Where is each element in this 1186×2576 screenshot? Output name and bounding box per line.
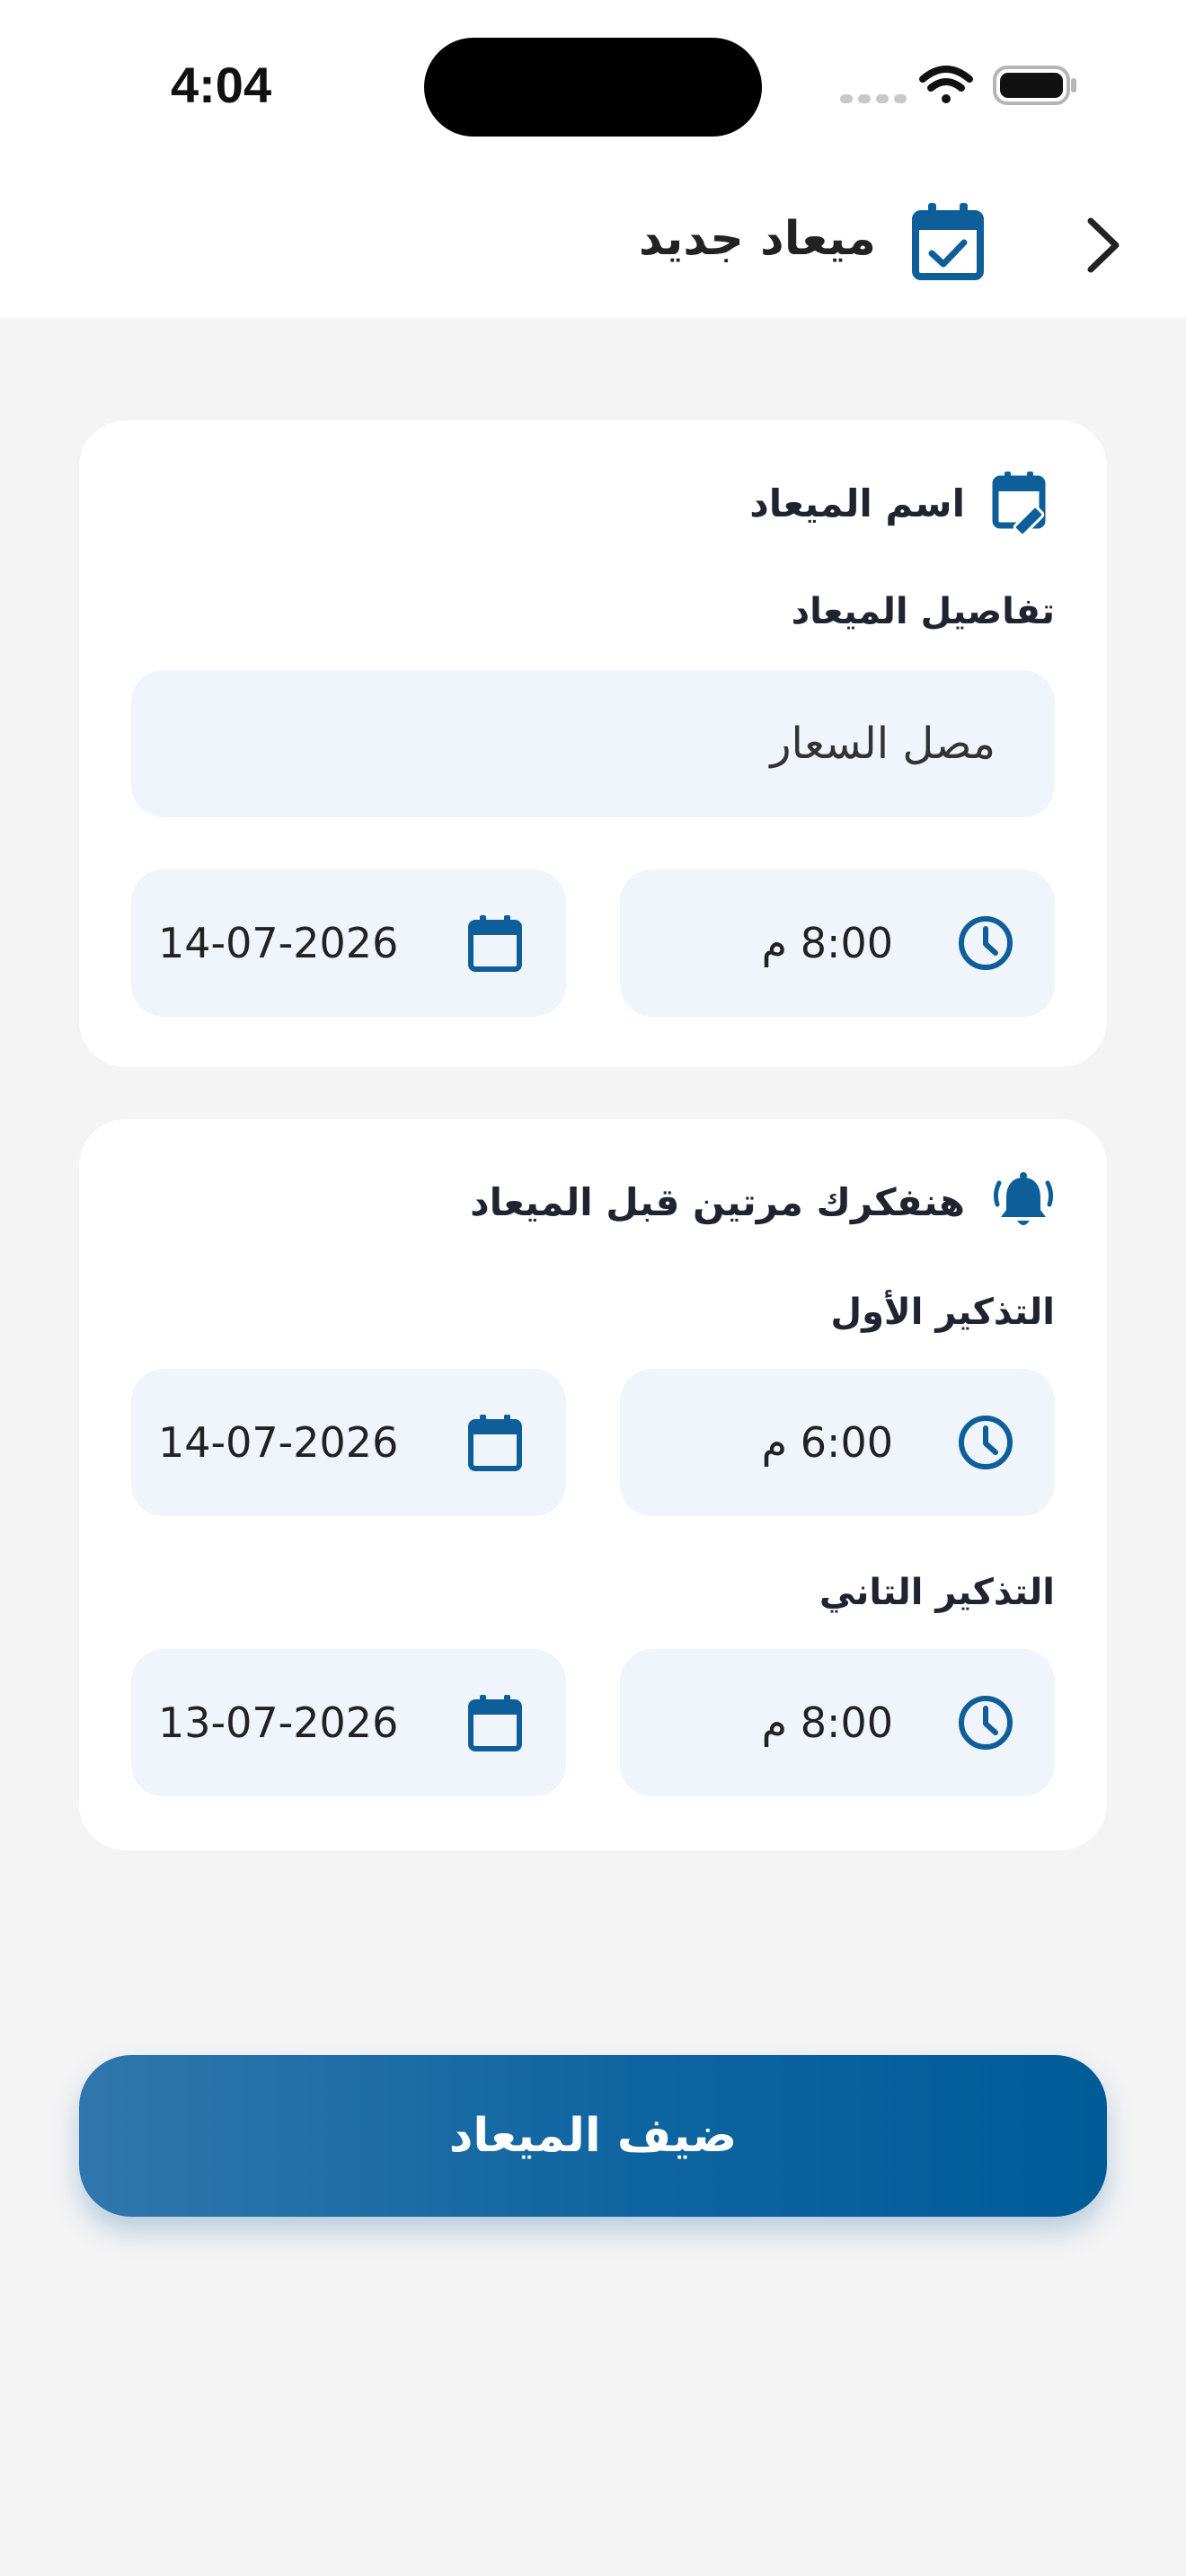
clock-icon xyxy=(959,1696,1013,1750)
battery-icon xyxy=(993,66,1076,105)
appointment-details-field[interactable]: مصل السعار xyxy=(131,670,1055,817)
details-label: تفاصيل الميعاد xyxy=(791,591,1055,632)
appointment-section-header: اسم الميعاد xyxy=(749,467,1055,539)
first-reminder-date-value: 14-07-2026 xyxy=(158,1418,399,1467)
clock-icon xyxy=(959,916,1013,970)
appointment-date-value: 14-07-2026 xyxy=(158,919,399,967)
second-reminder-time-value: 8:00 م xyxy=(761,1698,893,1747)
calendar-icon xyxy=(468,915,522,972)
add-appointment-button[interactable]: ضيف الميعاد xyxy=(79,2055,1107,2217)
add-appointment-label: ضيف الميعاد xyxy=(448,2109,738,2163)
second-reminder-date-value: 13-07-2026 xyxy=(158,1698,399,1747)
chevron-right-icon[interactable] xyxy=(1071,214,1134,277)
signal-icon xyxy=(840,94,907,103)
dynamic-island xyxy=(424,38,762,137)
bell-ringing-icon xyxy=(993,1172,1054,1225)
appointment-card: اسم الميعاد تفاصيل الميعاد مصل السعار 14… xyxy=(79,420,1107,1067)
first-reminder-time-value: 6:00 م xyxy=(761,1418,893,1467)
wifi-icon xyxy=(919,66,973,103)
calendar-icon xyxy=(468,1695,522,1751)
reminders-card: هنفكرك مرتين قبل الميعاد التذكير الأول 1… xyxy=(79,1119,1107,1850)
first-reminder-label: التذكير الأول xyxy=(830,1292,1055,1333)
calendar-edit-icon xyxy=(992,472,1046,534)
second-reminder-date-field[interactable]: 13-07-2026 xyxy=(131,1649,566,1796)
status-bar: 4:04 xyxy=(0,0,1186,171)
appointment-section-title: اسم الميعاد xyxy=(749,481,965,525)
first-reminder-date-field[interactable]: 14-07-2026 xyxy=(131,1369,566,1516)
header: ميعاد جديد xyxy=(0,171,1186,318)
reminders-section-header: هنفكرك مرتين قبل الميعاد xyxy=(470,1166,1055,1238)
page-title: ميعاد جديد xyxy=(638,212,876,266)
reminders-section-title: هنفكرك مرتين قبل الميعاد xyxy=(470,1179,965,1224)
status-icons xyxy=(840,66,1076,105)
calendar-icon xyxy=(468,1415,522,1471)
appointment-time-value: 8:00 م xyxy=(761,919,893,967)
appointment-date-field[interactable]: 14-07-2026 xyxy=(131,869,566,1017)
second-reminder-time-field[interactable]: 8:00 م xyxy=(620,1649,1055,1796)
status-time: 4:04 xyxy=(171,57,272,113)
appointment-details-value: مصل السعار xyxy=(770,719,996,769)
second-reminder-label: التذكير التاني xyxy=(819,1572,1055,1613)
calendar-check-icon xyxy=(912,203,984,280)
appointment-time-field[interactable]: 8:00 م xyxy=(620,869,1055,1017)
first-reminder-time-field[interactable]: 6:00 م xyxy=(620,1369,1055,1516)
clock-icon xyxy=(959,1416,1013,1469)
